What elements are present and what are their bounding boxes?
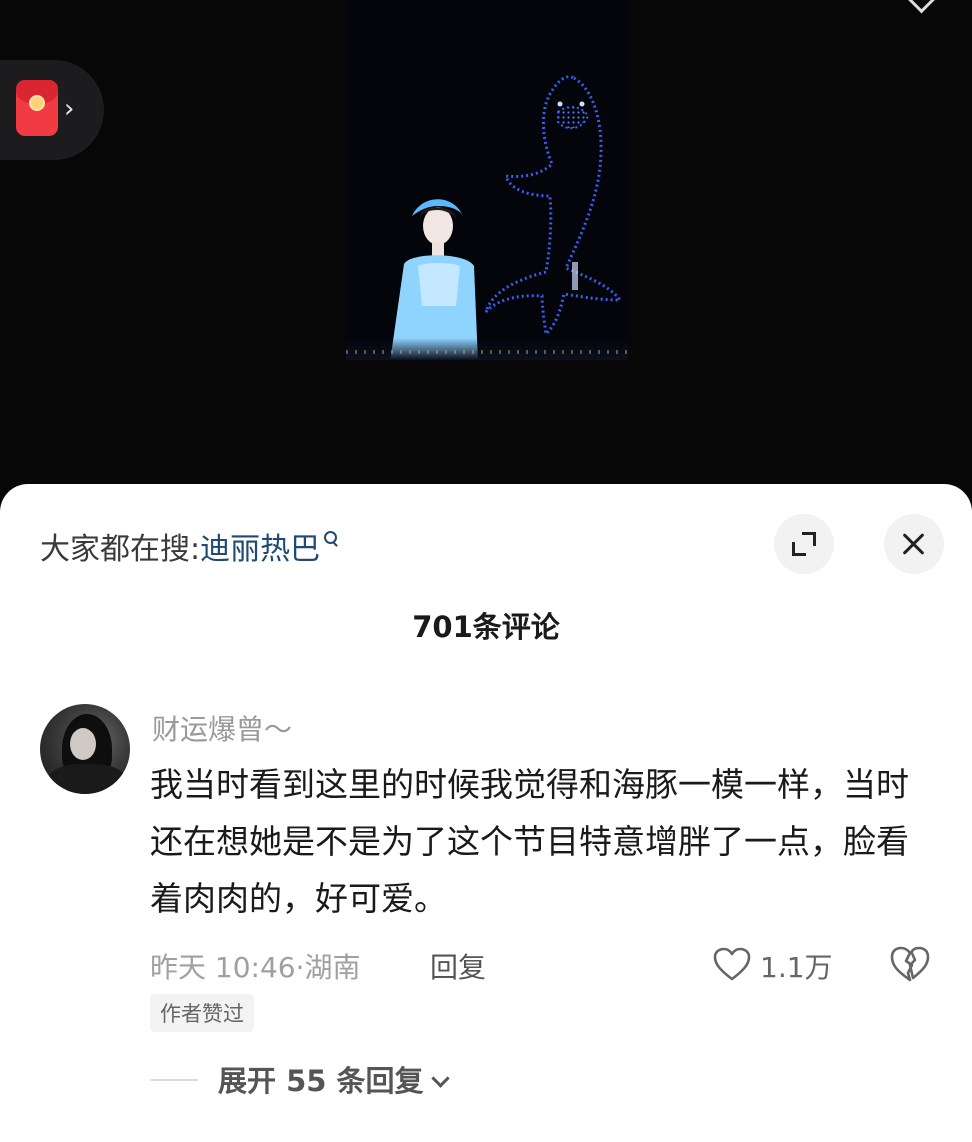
video-player[interactable]: › [0,0,972,500]
comment-location: 湖南 [304,951,361,984]
chevron-down-icon [430,1069,450,1088]
expand-icon [792,532,816,556]
expand-replies-label: 展开 55 条回复 [218,1064,424,1098]
city-lights [346,350,628,354]
comment-sheet: 大家都在搜:迪丽热巴 701条评论 财运爆曾～ 我当时看到这里的时候我觉得和海豚… [0,484,972,1142]
performer-figure [390,199,478,360]
expand-replies-button[interactable]: 展开 55 条回复 [218,1058,450,1100]
author-liked-badge: 作者赞过 [150,994,254,1032]
reply-button[interactable]: 回复 [430,946,486,986]
comment-meta: 昨天 10:46·湖南 [150,946,361,986]
comment-time: 昨天 10:46 [150,951,296,984]
broken-heart-icon[interactable] [888,944,932,984]
video-frame [346,0,628,360]
meta-separator: · [295,951,305,984]
comment-username[interactable]: 财运爆曾～ [152,708,292,748]
red-envelope-icon [16,80,58,136]
avatar[interactable] [40,704,130,794]
trending-search[interactable]: 大家都在搜:迪丽热巴 [40,524,338,568]
chevron-right-icon: › [64,94,75,124]
red-envelope-button[interactable]: › [0,60,104,160]
like-count: 1.1万 [760,951,833,984]
search-icon [324,531,338,545]
trending-search-term[interactable]: 迪丽热巴 [200,532,320,567]
close-icon [900,530,928,558]
comment-text: 我当时看到这里的时候我觉得和海豚一模一样，当时还在想她是不是为了这个节目特意增胖… [150,765,909,918]
heart-outline-icon [713,947,751,981]
city-skyline [346,338,628,360]
divider [150,1079,198,1081]
chevron-icon[interactable] [906,0,937,14]
trending-search-label: 大家都在搜: [40,532,201,567]
expand-button[interactable] [774,514,834,574]
comment-count-title: 701条评论 [412,610,560,644]
close-button[interactable] [884,514,944,574]
